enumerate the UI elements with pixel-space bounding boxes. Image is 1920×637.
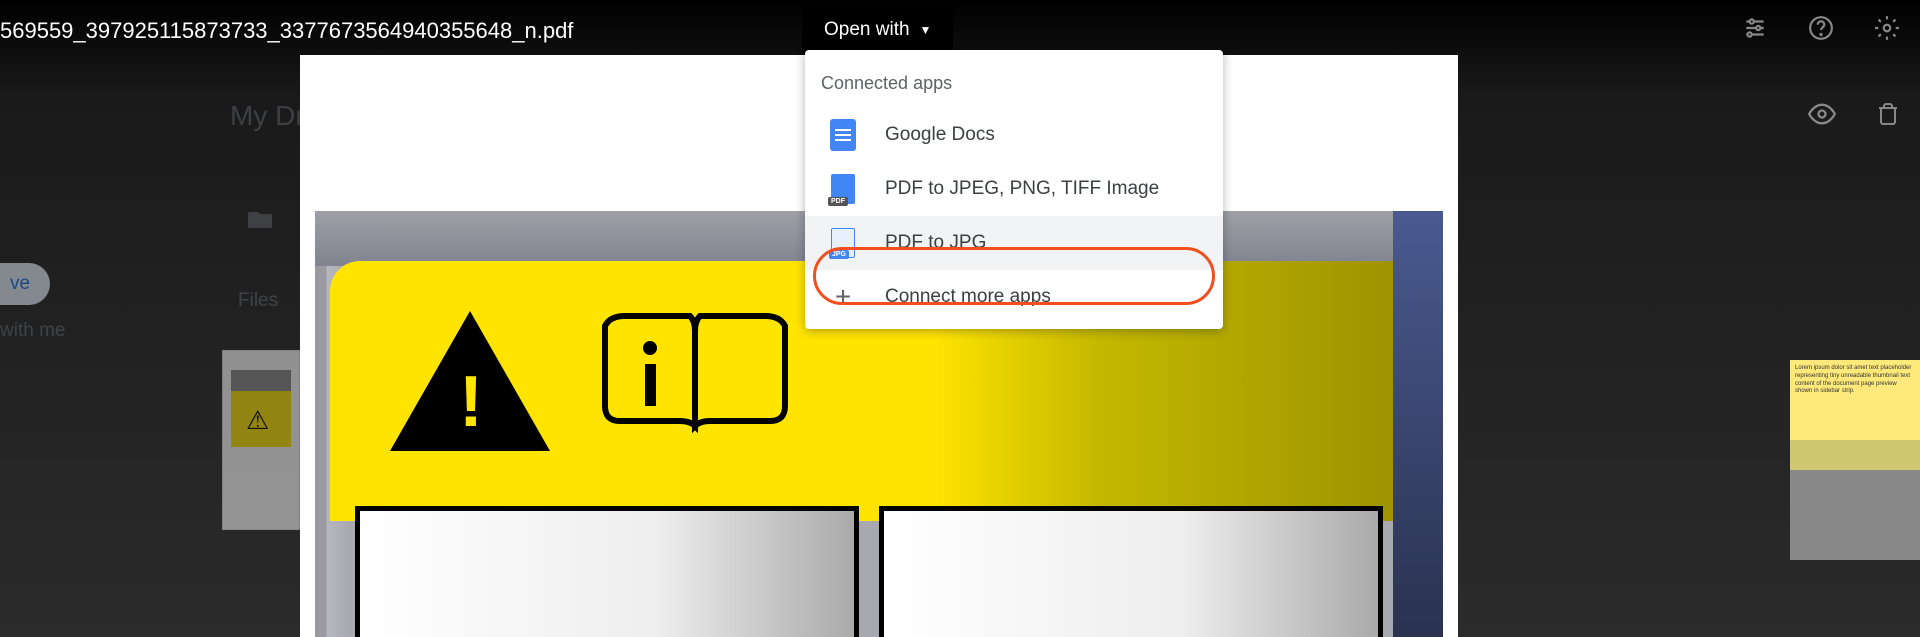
manual-book-icon bbox=[595, 306, 795, 451]
files-section-label: Files bbox=[238, 290, 278, 312]
dropdown-item-label: PDF to JPG bbox=[885, 232, 986, 254]
dropdown-item-pdf-to-image[interactable]: PDF to JPEG, PNG, TIFF Image bbox=[805, 162, 1223, 216]
file-card-thumbnail bbox=[222, 350, 300, 530]
folder-icon bbox=[248, 210, 272, 236]
page-thumbnail-strip[interactable]: Lorem ipsum dolor sit amet text placehol… bbox=[1790, 360, 1920, 560]
sidebar-shared-partial: with me bbox=[0, 320, 65, 342]
tune-icon[interactable] bbox=[1742, 15, 1768, 48]
dropdown-item-connect-more[interactable]: + Connect more apps bbox=[805, 270, 1223, 324]
visibility-icon[interactable] bbox=[1808, 100, 1836, 135]
open-with-dropdown: Connected apps Google Docs PDF to JPEG, … bbox=[805, 50, 1223, 329]
dropdown-item-google-docs[interactable]: Google Docs bbox=[805, 108, 1223, 162]
pdf-to-jpg-icon bbox=[829, 229, 857, 257]
dropdown-section-header: Connected apps bbox=[805, 65, 1223, 108]
page-thumbnail[interactable]: Lorem ipsum dolor sit amet text placehol… bbox=[1790, 360, 1920, 560]
dropdown-item-label: PDF to JPEG, PNG, TIFF Image bbox=[885, 178, 1159, 200]
delete-icon[interactable] bbox=[1876, 100, 1900, 135]
plus-icon: + bbox=[829, 283, 857, 311]
pdf-converter-icon bbox=[829, 175, 857, 203]
sidebar-my-drive-partial: ve bbox=[0, 263, 50, 305]
open-with-button[interactable]: Open with ▼ bbox=[802, 5, 953, 55]
settings-icon[interactable] bbox=[1874, 15, 1900, 48]
dropdown-item-label: Google Docs bbox=[885, 124, 995, 146]
breadcrumb: My Dr bbox=[230, 100, 305, 132]
caret-down-icon: ▼ bbox=[920, 23, 932, 37]
open-with-label: Open with bbox=[824, 19, 910, 41]
dropdown-item-label: Connect more apps bbox=[885, 286, 1051, 308]
help-icon[interactable] bbox=[1808, 15, 1834, 48]
warning-triangle-icon bbox=[390, 311, 550, 451]
dropdown-item-pdf-to-jpg[interactable]: PDF to JPG bbox=[805, 216, 1223, 270]
google-docs-icon bbox=[829, 121, 857, 149]
filename-label: 569559_397925115873733_33776735649403556… bbox=[0, 18, 573, 44]
